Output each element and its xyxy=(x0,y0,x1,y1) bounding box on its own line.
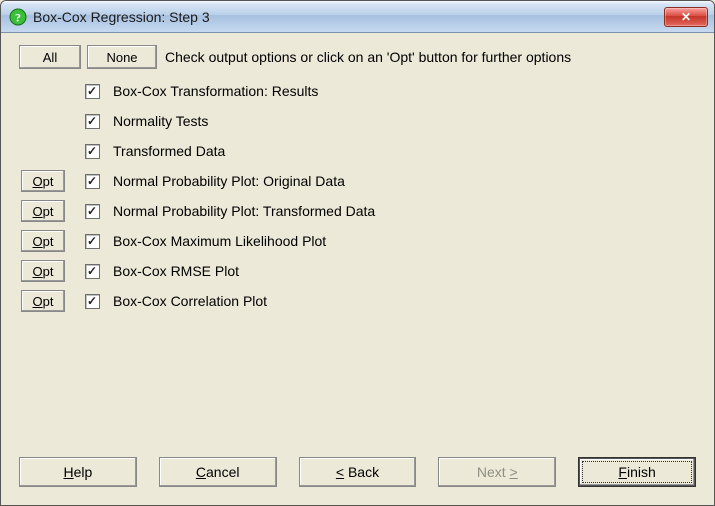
option-row: Opt Box-Cox Correlation Plot xyxy=(21,289,696,313)
opt-slot: Opt xyxy=(21,200,71,222)
top-row: All None Check output options or click o… xyxy=(19,45,696,69)
checkbox-slot xyxy=(71,264,113,279)
next-button: Next > xyxy=(438,457,556,487)
option-row: Opt Normal Probability Plot: Original Dat… xyxy=(21,169,696,193)
option-checkbox[interactable] xyxy=(85,144,100,159)
checkbox-slot xyxy=(71,84,113,99)
checkbox-slot xyxy=(71,204,113,219)
option-label: Box-Cox RMSE Plot xyxy=(113,263,239,279)
option-checkbox[interactable] xyxy=(85,234,100,249)
dialog-footer: Help Cancel < Back Next > Finish xyxy=(1,445,714,505)
instruction-text: Check output options or click on an 'Opt… xyxy=(165,49,571,65)
option-row: Opt Box-Cox RMSE Plot xyxy=(21,259,696,283)
option-row: Transformed Data xyxy=(21,139,696,163)
opt-button[interactable]: Opt xyxy=(21,170,65,192)
select-none-button[interactable]: None xyxy=(87,45,157,69)
options-list: Box-Cox Transformation: Results Normality… xyxy=(19,79,696,313)
back-button[interactable]: < Back xyxy=(299,457,417,487)
option-label: Box-Cox Transformation: Results xyxy=(113,83,318,99)
opt-slot: Opt xyxy=(21,290,71,312)
option-row: Normality Tests xyxy=(21,109,696,133)
dialog-content: All None Check output options or click o… xyxy=(1,33,714,445)
title-bar: ? Box-Cox Regression: Step 3 ✕ xyxy=(1,1,714,33)
svg-text:?: ? xyxy=(15,10,21,24)
opt-button[interactable]: Opt xyxy=(21,260,65,282)
option-row: Opt Box-Cox Maximum Likelihood Plot xyxy=(21,229,696,253)
close-button[interactable]: ✕ xyxy=(664,7,708,27)
option-label: Normal Probability Plot: Original Data xyxy=(113,173,345,189)
option-label: Box-Cox Correlation Plot xyxy=(113,293,267,309)
help-icon: ? xyxy=(9,8,27,26)
window-title: Box-Cox Regression: Step 3 xyxy=(33,9,664,25)
opt-slot: Opt xyxy=(21,260,71,282)
option-checkbox[interactable] xyxy=(85,114,100,129)
help-button[interactable]: Help xyxy=(19,457,137,487)
option-checkbox[interactable] xyxy=(85,174,100,189)
opt-slot: Opt xyxy=(21,170,71,192)
select-all-button[interactable]: All xyxy=(19,45,81,69)
checkbox-slot xyxy=(71,114,113,129)
option-row: Box-Cox Transformation: Results xyxy=(21,79,696,103)
checkbox-slot xyxy=(71,144,113,159)
checkbox-slot xyxy=(71,174,113,189)
option-label: Transformed Data xyxy=(113,143,225,159)
checkbox-slot xyxy=(71,294,113,309)
checkbox-slot xyxy=(71,234,113,249)
option-checkbox[interactable] xyxy=(85,204,100,219)
finish-button[interactable]: Finish xyxy=(578,457,696,487)
close-icon: ✕ xyxy=(681,10,691,24)
option-label: Box-Cox Maximum Likelihood Plot xyxy=(113,233,326,249)
opt-button[interactable]: Opt xyxy=(21,290,65,312)
option-checkbox[interactable] xyxy=(85,294,100,309)
opt-slot: Opt xyxy=(21,230,71,252)
opt-button[interactable]: Opt xyxy=(21,200,65,222)
option-checkbox[interactable] xyxy=(85,84,100,99)
option-row: Opt Normal Probability Plot: Transformed … xyxy=(21,199,696,223)
cancel-button[interactable]: Cancel xyxy=(159,457,277,487)
option-label: Normal Probability Plot: Transformed Dat… xyxy=(113,203,375,219)
option-label: Normality Tests xyxy=(113,113,208,129)
option-checkbox[interactable] xyxy=(85,264,100,279)
opt-button[interactable]: Opt xyxy=(21,230,65,252)
